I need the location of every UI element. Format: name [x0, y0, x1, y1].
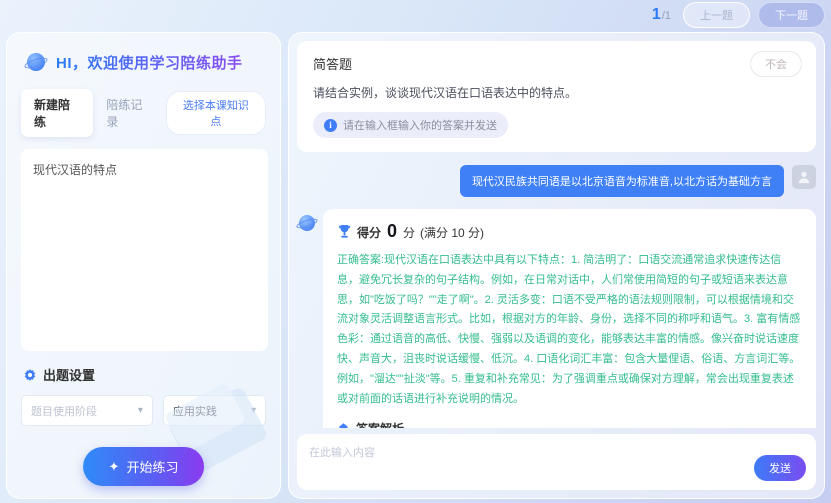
chevron-down-icon: ▾: [138, 405, 143, 416]
greeting-title: HI，欢迎使用学习陪练助手: [56, 52, 243, 73]
user-message-bubble: 现代汉民族共同语是以北京语音为标准音,以北方话为基础方言: [460, 165, 784, 197]
start-practice-button[interactable]: ✦ 开始练习: [83, 447, 205, 486]
question-text: 请结合实例，谈谈现代汉语在口语表达中的特点。: [313, 84, 800, 101]
correct-answer-text: 正确答案:现代汉语在口语表达中具有以下特点：1. 简洁明了：口语交流通常追求快速…: [337, 251, 802, 409]
sidebar-panel: HI，欢迎使用学习陪练助手 新建陪练 陪练记录 选择本课知识点 现代汉语的特点 …: [6, 32, 281, 499]
select-knowledge-point-button[interactable]: 选择本课知识点: [166, 91, 266, 135]
next-question-button[interactable]: 下一题: [758, 2, 825, 28]
gear-icon: [23, 368, 37, 382]
ai-response-card: 得分 0 分 (满分 10 分) 正确答案:现代汉语在口语表达中具有以下特点：1…: [323, 209, 816, 428]
ai-avatar-icon: [297, 213, 317, 233]
assistant-logo-icon: [25, 51, 47, 73]
message-input-card: 发送: [297, 434, 816, 490]
person-icon: [797, 170, 811, 184]
sidebar-tabs: 新建陪练 陪练记录 选择本课知识点: [21, 89, 266, 137]
score-unit: 分: [403, 224, 415, 241]
question-pagination: 1 /1: [652, 6, 671, 24]
answer-hint-pill: i 请在输入框输入你的答案并发送: [313, 112, 508, 138]
score-label: 得分: [357, 224, 381, 241]
sidebar-header: HI，欢迎使用学习陪练助手: [7, 33, 280, 73]
score-row: 得分 0 分 (满分 10 分): [337, 221, 802, 242]
question-card: 简答题 不会 请结合实例，谈谈现代汉语在口语表达中的特点。 i 请在输入框输入你…: [297, 41, 816, 152]
message-input[interactable]: [309, 444, 705, 480]
tab-new-practice[interactable]: 新建陪练: [21, 89, 93, 137]
topic-input[interactable]: 现代汉语的特点: [21, 149, 268, 351]
info-icon: i: [324, 119, 337, 132]
gem-icon: [337, 422, 350, 428]
ai-response-row: 得分 0 分 (满分 10 分) 正确答案:现代汉语在口语表达中具有以下特点：1…: [297, 209, 816, 428]
current-question-number: 1: [652, 6, 661, 24]
chat-area: 现代汉民族共同语是以北京语音为标准音,以北方话为基础方言 得分 0: [289, 152, 824, 428]
tab-practice-history[interactable]: 陪练记录: [93, 89, 165, 137]
stage-select-placeholder: 题目使用阶段: [31, 403, 97, 419]
pagination-bar: 1 /1 上一题 下一题: [288, 0, 825, 30]
previous-question-button[interactable]: 上一题: [683, 2, 750, 28]
total-question-count: /1: [662, 10, 671, 22]
score-value: 0: [387, 221, 397, 242]
start-practice-label: 开始练习: [126, 457, 178, 476]
dont-know-button[interactable]: 不会: [750, 51, 802, 77]
question-type-label: 简答题: [313, 54, 800, 73]
score-full-marks: (满分 10 分): [420, 224, 484, 241]
stage-select[interactable]: 题目使用阶段 ▾: [21, 395, 153, 426]
answer-hint-text: 请在输入框输入你的答案并发送: [343, 117, 497, 133]
sparkle-icon: ✦: [109, 460, 120, 473]
practice-panel: 简答题 不会 请结合实例，谈谈现代汉语在口语表达中的特点。 i 请在输入框输入你…: [288, 32, 825, 499]
user-avatar: [792, 165, 816, 189]
analysis-title: 答案解析: [356, 420, 404, 428]
user-message-row: 现代汉民族共同语是以北京语音为标准音,以北方话为基础方言: [297, 165, 816, 197]
settings-title: 出题设置: [43, 365, 95, 384]
trophy-icon: [337, 224, 352, 239]
send-button[interactable]: 发送: [754, 455, 806, 481]
analysis-header: 答案解析: [337, 420, 802, 428]
